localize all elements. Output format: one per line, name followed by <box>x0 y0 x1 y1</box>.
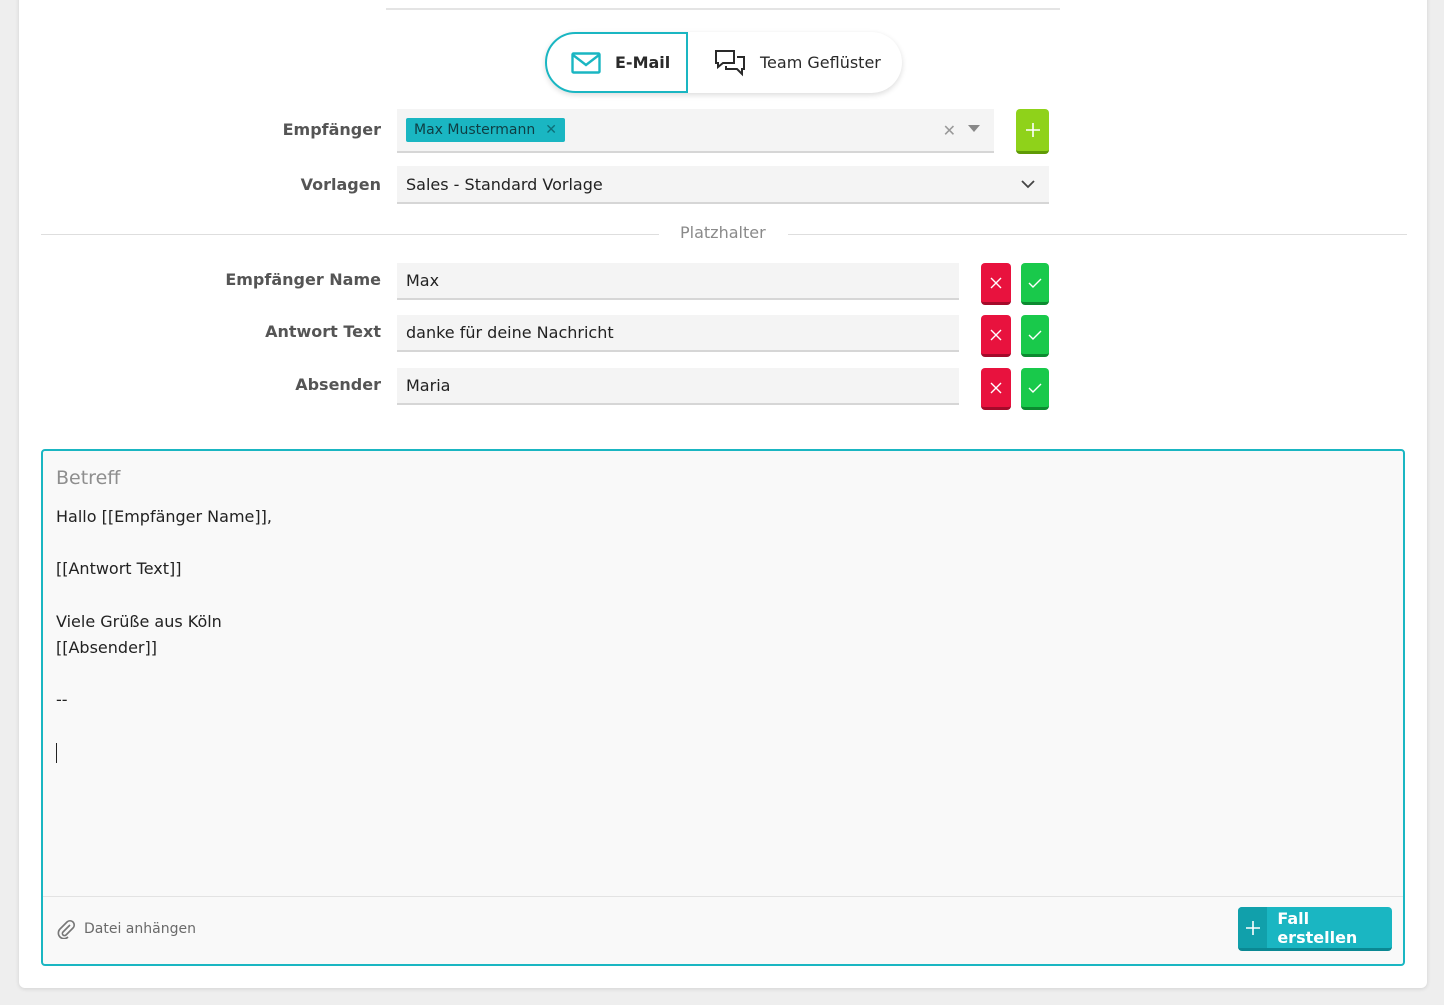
placeholder-value: danke für deine Nachricht <box>406 323 614 342</box>
check-icon <box>1028 330 1042 340</box>
top-divider <box>386 8 1060 10</box>
close-icon <box>990 382 1002 393</box>
team-channel-label: Team Geflüster <box>760 53 881 72</box>
channel-toggle: E-Mail Team Geflüster <box>545 32 902 93</box>
plus-icon <box>1025 123 1040 137</box>
text-caret <box>56 743 57 763</box>
create-case-label: Fall erstellen <box>1277 908 1358 947</box>
create-case-button[interactable]: Fall erstellen <box>1238 907 1392 951</box>
paperclip-icon <box>57 919 76 939</box>
attach-file-button[interactable]: Datei anhängen <box>56 919 196 939</box>
template-label: Vorlagen <box>300 175 381 194</box>
apply-placeholder-button[interactable] <box>1021 263 1049 305</box>
placeholder-input[interactable]: danke für deine Nachricht <box>397 315 959 352</box>
recipient-tag: Max Mustermann ✕ <box>406 118 565 142</box>
close-icon <box>990 329 1002 340</box>
discard-placeholder-button[interactable] <box>981 315 1011 357</box>
template-value: Sales - Standard Vorlage <box>406 174 603 194</box>
placeholder-label: Antwort Text <box>265 322 381 341</box>
placeholder-input[interactable]: Max <box>397 263 959 300</box>
clear-icon[interactable]: ✕ <box>943 121 956 140</box>
subject-input[interactable]: Betreff <box>56 467 120 489</box>
editor-footer: Datei anhängen Fall erstellen <box>43 896 1403 964</box>
add-recipient-button[interactable] <box>1016 109 1049 154</box>
placeholder-value: Maria <box>406 376 451 395</box>
team-channel-button[interactable]: Team Geflüster <box>688 32 881 93</box>
check-icon <box>1028 383 1042 393</box>
mail-icon <box>571 51 601 74</box>
message-body[interactable]: Hallo [[Empfänger Name]], [[Antwort Text… <box>56 504 272 714</box>
recipient-select[interactable]: Max Mustermann ✕ ✕ <box>397 109 994 153</box>
template-select[interactable]: Sales - Standard Vorlage <box>397 166 1049 204</box>
discard-placeholder-button[interactable] <box>981 368 1011 410</box>
chat-bubbles-icon <box>715 49 745 76</box>
placeholder-label: Empfänger Name <box>225 270 381 289</box>
placeholder-divider-left <box>41 234 659 235</box>
apply-placeholder-button[interactable] <box>1021 368 1049 410</box>
attach-file-label: Datei anhängen <box>84 921 196 937</box>
recipient-tag-label: Max Mustermann <box>414 122 536 138</box>
message-editor[interactable]: Betreff Hallo [[Empfänger Name]], [[Antw… <box>41 449 1405 966</box>
recipient-label: Empfänger <box>282 120 381 139</box>
placeholder-divider-right <box>788 234 1407 235</box>
plus-icon <box>1238 907 1268 948</box>
close-icon <box>990 277 1002 288</box>
dropdown-arrow-icon[interactable] <box>968 125 980 132</box>
placeholder-section-title: Platzhalter <box>680 223 766 242</box>
chevron-down-icon <box>1021 179 1035 188</box>
placeholder-label: Absender <box>295 375 381 394</box>
email-channel-button[interactable]: E-Mail <box>545 32 688 93</box>
apply-placeholder-button[interactable] <box>1021 315 1049 357</box>
email-channel-label: E-Mail <box>615 53 671 72</box>
discard-placeholder-button[interactable] <box>981 263 1011 305</box>
check-icon <box>1028 278 1042 288</box>
placeholder-value: Max <box>406 271 440 290</box>
remove-tag-icon[interactable]: ✕ <box>545 122 557 138</box>
placeholder-input[interactable]: Maria <box>397 368 959 405</box>
